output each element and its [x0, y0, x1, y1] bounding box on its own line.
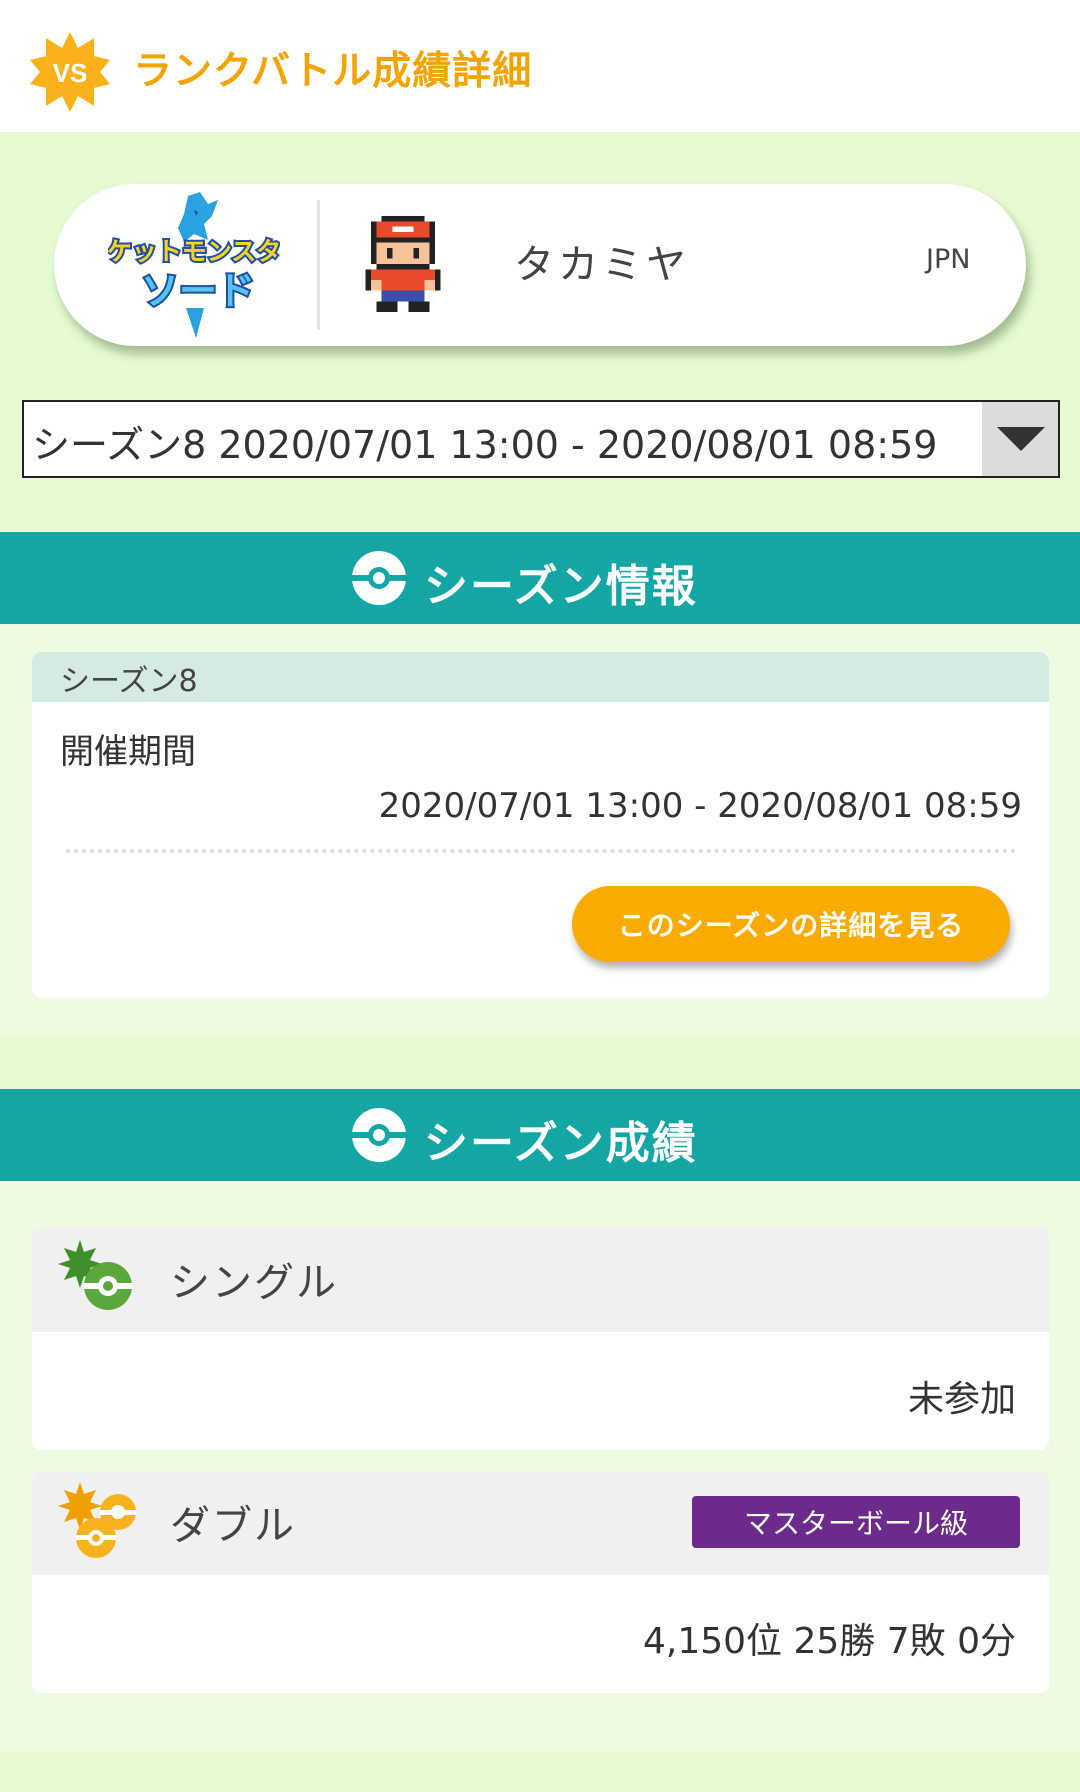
single-battle-icon [58, 1240, 132, 1310]
period-value: 2020/07/01 13:00 - 2020/08/01 08:59 [378, 786, 1022, 826]
period-label: 開催期間 [60, 732, 196, 772]
season-select-value[interactable]: シーズン8 2020/07/01 13:00 - 2020/08/01 08:5… [32, 414, 937, 469]
card-divider [317, 200, 320, 330]
page-title: ランクバトル成績詳細 [133, 49, 533, 94]
bottom-strip [0, 1752, 1080, 1792]
game-logo-subtitle: ソード [141, 269, 255, 313]
pokeball-icon [352, 551, 406, 605]
trainer-name: タカミヤ [514, 242, 690, 288]
rank-badge: マスターボール級 [692, 1496, 1020, 1548]
country-code: JPN [926, 244, 971, 275]
season-info-title: シーズン情報 [424, 561, 698, 612]
single-result-value: 未参加 [907, 1379, 1016, 1420]
season-label: シーズン8 [60, 664, 198, 699]
double-battle-icon [58, 1482, 136, 1558]
vs-badge-icon: VS [30, 32, 110, 112]
pokemon-sword-logo: ポケットモンスター ソード [108, 192, 280, 338]
dotted-divider [66, 849, 1016, 853]
double-label: ダブル [170, 1503, 296, 1549]
vs-badge-text: VS [53, 58, 88, 88]
single-label: シングル [170, 1260, 338, 1306]
pokeball-icon [352, 1108, 406, 1162]
double-result-value: 4,150位 25勝 7敗 0分 [642, 1621, 1016, 1662]
game-logo-title: ポケットモンスター [108, 237, 280, 266]
chevron-down-icon[interactable] [997, 427, 1045, 451]
season-results-title: シーズン成績 [424, 1118, 698, 1169]
season-detail-button[interactable]: このシーズンの詳細を見る [572, 886, 1010, 962]
trainer-avatar [365, 216, 441, 312]
